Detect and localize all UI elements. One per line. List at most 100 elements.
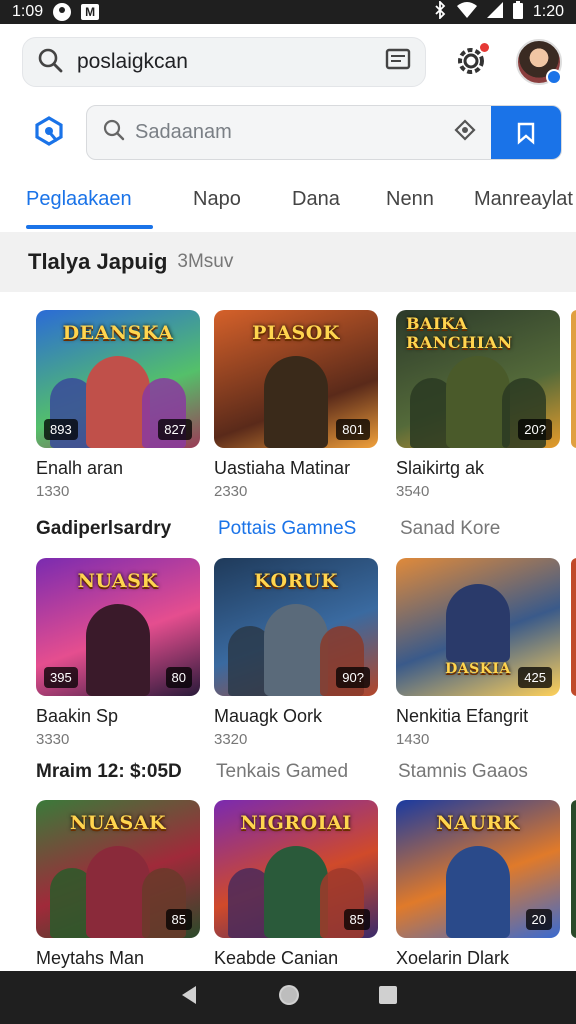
rating-badge: 801 <box>336 419 370 440</box>
wifi-icon <box>456 1 477 23</box>
game-card[interactable]: DASKIA 425 Nenkitia Efangrit 1430 <box>396 558 560 748</box>
game-banner-text: NUASK <box>77 570 159 592</box>
game-count: 3320 <box>214 731 248 748</box>
game-name: Baakin Sp <box>36 706 119 726</box>
game-banner-text: NIGROIAI <box>240 812 352 834</box>
rating-badge: 20? <box>518 419 552 440</box>
game-banner-text: NAURK <box>436 812 520 834</box>
hero-figure <box>264 604 328 696</box>
game-count: 2330 <box>214 483 248 500</box>
game-thumbnail: NIGROIAI 85 <box>214 800 378 938</box>
tab-0[interactable]: Peglaakaen <box>26 188 132 211</box>
notification-dot <box>480 43 489 52</box>
game-card[interactable]: NAURK 20 Xoelarin Dlark 2330 <box>396 800 560 990</box>
section-title: Tlalya Japuig <box>28 249 168 274</box>
app-logo-icon[interactable] <box>34 116 64 146</box>
game-count: 1430 <box>396 731 430 748</box>
tab-3[interactable]: Nenn <box>386 188 434 211</box>
game-name: Slaikirtg ak <box>396 458 485 478</box>
hero-figure <box>264 356 328 448</box>
bookmark-button[interactable] <box>491 106 561 159</box>
bluetooth-icon <box>433 0 447 24</box>
notification-icon <box>53 3 72 21</box>
game-name: Meytahs Man <box>36 948 145 968</box>
top-search-text: poslaigkcan <box>77 50 188 73</box>
subheading-secondary[interactable]: Tenkais Gamed <box>216 761 348 783</box>
tab-4[interactable]: Manreaylat <box>474 188 573 211</box>
subheading-secondary[interactable]: Sanad Kore <box>400 518 500 540</box>
rating-badge: 90? <box>336 667 370 688</box>
subheading-link[interactable]: Pottais GamneS <box>218 518 356 540</box>
game-banner-text: NUASAK <box>69 812 167 834</box>
search-placeholder: Sadaanam <box>135 121 232 143</box>
home-icon[interactable] <box>277 983 301 1012</box>
game-banner-text: DEANSKA <box>62 322 174 344</box>
avatar-badge <box>546 69 562 85</box>
hero-figure <box>86 846 150 938</box>
game-thumbnail: NUASK 395 80 <box>36 558 200 696</box>
rating-badge: 395 <box>44 667 78 688</box>
rating-badge: 85 <box>343 909 370 930</box>
hero-figure <box>86 356 150 448</box>
message-icon[interactable] <box>385 48 411 77</box>
subheading-primary: Mraim 12: $:05D <box>36 761 182 782</box>
status-time-left: 1:09 <box>12 3 44 20</box>
subheading-secondary[interactable]: Stamnis Gaaos <box>398 761 528 783</box>
game-card[interactable]: PIASOK 801 Uastiaha Matinar 2330 <box>214 310 378 500</box>
hero-figure <box>446 356 510 448</box>
back-icon[interactable] <box>178 984 200 1011</box>
game-banner-text: PIASOK <box>252 322 340 344</box>
game-name: Xoelarin Dlark <box>396 948 510 968</box>
game-card[interactable]: NUASAK 85 Meytahs Man 2330 <box>36 800 200 990</box>
mic-icon[interactable] <box>453 118 477 147</box>
next-card-peek <box>571 558 576 696</box>
main-search-field[interactable]: Sadaanam <box>86 105 562 160</box>
game-name: Keabde Canian <box>214 948 339 968</box>
game-thumbnail: NAURK 20 <box>396 800 560 938</box>
game-card[interactable]: DEANSKA 893 827 Enalh aran 1330 <box>36 310 200 500</box>
section-subtitle: 3Msuv <box>177 251 234 272</box>
game-card[interactable]: NIGROIAI 85 Keabde Canian 3880 <box>214 800 378 990</box>
subheading-primary: Gadiperlsardry <box>36 518 172 539</box>
rating-badge-extra: 80 <box>165 667 192 688</box>
gear-icon[interactable] <box>452 42 490 80</box>
rating-badge: 425 <box>518 667 552 688</box>
game-thumbnail: DASKIA 425 <box>396 558 560 696</box>
gmail-icon: M <box>81 4 100 20</box>
game-thumbnail: DEANSKA 893 827 <box>36 310 200 448</box>
next-card-peek <box>571 310 576 448</box>
section-header: Tlalya Japuig 3Msuv <box>0 232 576 292</box>
hero-figure <box>86 604 150 696</box>
game-card[interactable]: BAIKA RANCHIAN 20? Slaikirtg ak 3540 <box>396 310 560 500</box>
game-count: 3540 <box>396 483 430 500</box>
tab-2[interactable]: Dana <box>292 188 340 211</box>
tab-1[interactable]: Napo <box>193 188 241 211</box>
game-thumbnail: BAIKA RANCHIAN 20? <box>396 310 560 448</box>
hero-figure <box>446 846 510 938</box>
game-card[interactable]: NUASK 395 80 Baakin Sp 3330 <box>36 558 200 748</box>
game-name: Enalh aran <box>36 458 124 478</box>
battery-icon <box>512 0 523 24</box>
game-banner-text: KORUK <box>254 570 338 592</box>
game-count: 3330 <box>36 731 70 748</box>
game-name: Uastiaha Matinar <box>214 458 351 478</box>
next-card-peek <box>571 800 576 938</box>
status-bar: 1:09 M 1:20 <box>0 0 576 24</box>
rating-badge: 893 <box>44 419 78 440</box>
game-thumbnail: PIASOK 801 <box>214 310 378 448</box>
top-search-bar[interactable]: poslaigkcan <box>22 37 426 87</box>
search-icon <box>37 47 63 78</box>
game-thumbnail: NUASAK 85 <box>36 800 200 938</box>
rating-badge: 85 <box>165 909 192 930</box>
signal-icon <box>486 1 503 23</box>
bookmark-icon <box>517 122 535 145</box>
game-count: 1330 <box>36 483 70 500</box>
game-card[interactable]: KORUK 90? Mauagk Oork 3320 <box>214 558 378 748</box>
game-thumbnail: KORUK 90? <box>214 558 378 696</box>
game-name: Mauagk Oork <box>214 706 323 726</box>
hero-figure <box>446 584 510 662</box>
recents-icon[interactable] <box>378 985 398 1010</box>
rating-badge: 20 <box>525 909 552 930</box>
avatar[interactable] <box>516 39 562 85</box>
game-name: Nenkitia Efangrit <box>396 706 529 726</box>
